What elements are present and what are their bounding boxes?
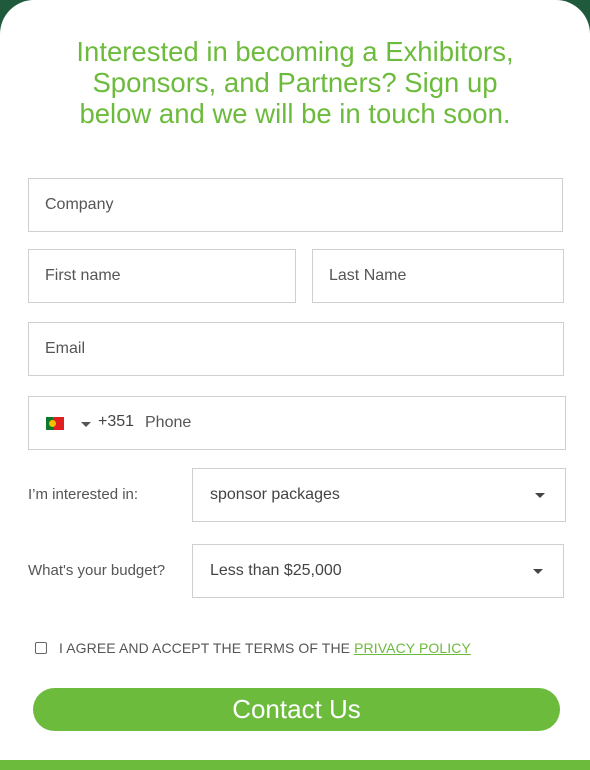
company-input[interactable] xyxy=(29,179,562,231)
budget-select[interactable]: Less than $25,000 xyxy=(192,544,564,598)
phone-country-code: +351 xyxy=(98,413,135,430)
phone-input[interactable] xyxy=(139,397,565,449)
budget-label: What's your budget? xyxy=(28,562,166,579)
heading-line-1: Interested in becoming a Exhibitors, xyxy=(76,36,514,67)
company-field-box xyxy=(28,178,563,232)
budget-select-value: Less than $25,000 xyxy=(210,562,342,579)
email-field-box xyxy=(28,322,564,376)
portugal-flag-icon[interactable] xyxy=(46,417,64,430)
agreement-text: I AGREE AND ACCEPT THE TERMS OF THE xyxy=(59,640,351,656)
last-name-input[interactable] xyxy=(313,250,563,302)
first-name-input[interactable] xyxy=(29,250,295,302)
signup-card: Interested in becoming a Exhibitors, Spo… xyxy=(0,0,590,770)
contact-us-button[interactable]: Contact Us xyxy=(33,688,560,731)
chevron-down-icon[interactable] xyxy=(81,422,91,427)
privacy-agreement: I AGREE AND ACCEPT THE TERMS OF THE PRIV… xyxy=(59,640,471,656)
privacy-checkbox[interactable] xyxy=(35,642,47,654)
heading-line-3: below and we will be in touch soon. xyxy=(79,98,511,129)
email-input[interactable] xyxy=(29,323,563,375)
dropdown-arrow-icon xyxy=(535,493,545,498)
footer-accent-bar xyxy=(0,760,590,770)
dropdown-arrow-icon xyxy=(533,569,543,574)
interest-label: I’m interested in: xyxy=(28,486,139,503)
last-name-field-box xyxy=(312,249,564,303)
privacy-policy-link[interactable]: PRIVACY POLICY xyxy=(354,640,471,656)
form-heading: Interested in becoming a Exhibitors, Spo… xyxy=(20,36,570,129)
phone-field-box: +351 xyxy=(28,396,566,450)
first-name-field-box xyxy=(28,249,296,303)
interest-select-value: sponsor packages xyxy=(210,486,340,503)
heading-line-2: Sponsors, and Partners? Sign up xyxy=(92,67,498,98)
interest-select[interactable]: sponsor packages xyxy=(192,468,566,522)
